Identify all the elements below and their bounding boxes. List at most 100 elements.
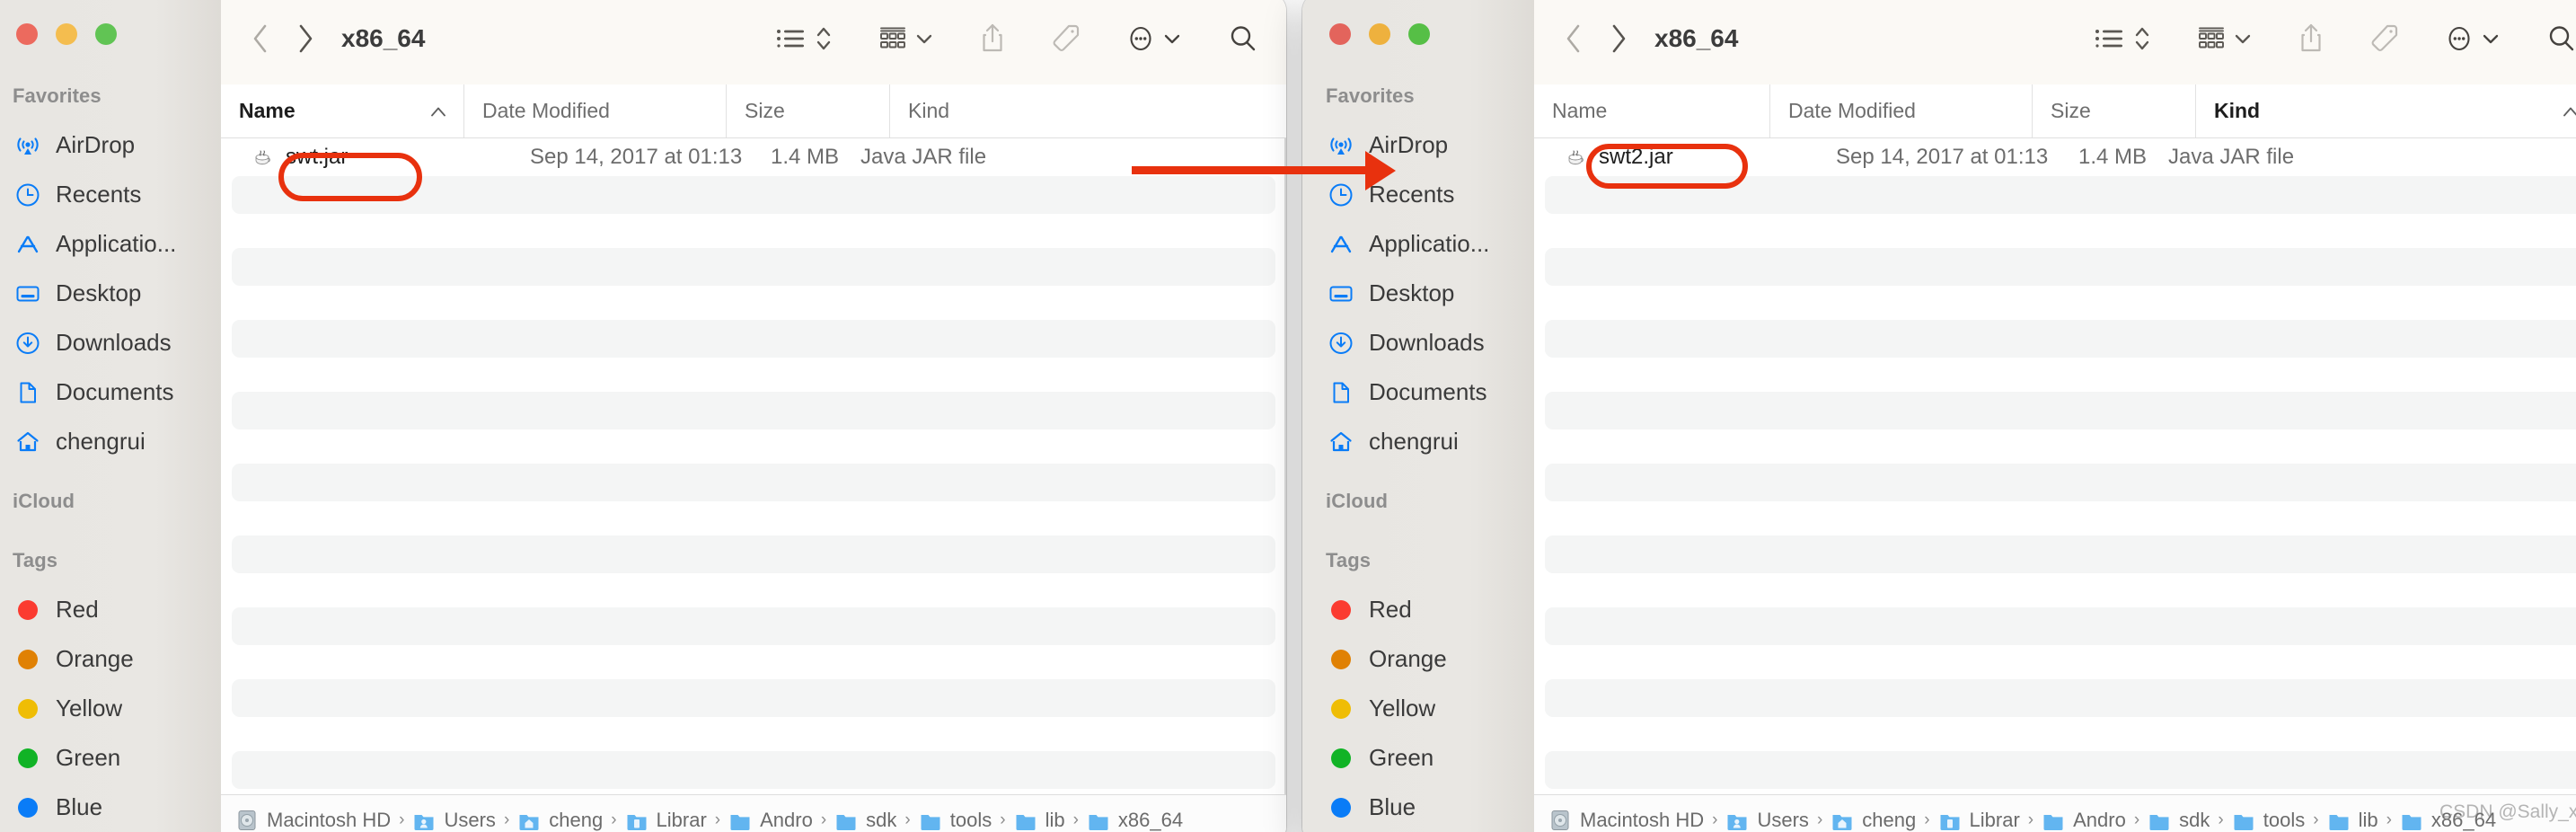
file-name-cell[interactable]: swt2.jar [1565,145,1673,170]
sidebar-group-tags: Tags [13,549,58,571]
column-headers-right[interactable]: Name Date Modified Size Kind [1534,84,2576,138]
search-icon [2545,22,2576,55]
nav-arrows[interactable] [1554,19,1638,58]
chevron-left-icon[interactable] [1554,19,1593,58]
breadcrumb-lib[interactable]: lib [1014,809,1065,832]
sidebar-item-airdrop[interactable]: AirDrop [1302,120,1534,170]
minimize-button[interactable] [56,23,77,45]
finder-window-right[interactable]: Favorites AirDrop Recents Applicatio... … [1302,0,2576,832]
breadcrumb-android[interactable]: Andro [728,809,813,832]
search-button[interactable] [2535,0,2576,84]
column-header-name[interactable]: Name [221,84,463,137]
sidebar-right[interactable]: Favorites AirDrop Recents Applicatio... … [1302,0,1534,832]
file-list-right[interactable]: swt2.jar Sep 14, 2017 at 01:13 1.4 MB Ja… [1534,138,2576,794]
table-row[interactable]: swt.jar Sep 14, 2017 at 01:13 1.4 MB Jav… [221,138,1286,176]
column-headers-left[interactable]: Name Date Modified Size Kind [221,84,1286,138]
sidebar-tag-blue[interactable]: Blue [1302,783,1534,832]
breadcrumb-macintosh-hd[interactable]: Macintosh HD [235,809,391,832]
traffic-lights-right[interactable] [1329,23,1430,45]
breadcrumb-tools[interactable]: tools [2232,809,2305,832]
sidebar-item-label: Orange [56,645,134,672]
breadcrumb-users[interactable]: Users [1725,809,1809,832]
breadcrumb-users[interactable]: Users [412,809,496,832]
sidebar-item-chengrui[interactable]: chengrui [0,417,221,466]
sidebar-item-recents[interactable]: Recents [1302,170,1534,219]
breadcrumb-lib[interactable]: lib [2327,809,2378,832]
breadcrumb-library[interactable]: Librar [625,809,707,832]
column-header-kind[interactable]: Kind [2195,84,2576,137]
finder-window-left[interactable]: Favorites AirDrop Recents Applicatio... … [0,0,1286,832]
sidebar-tag-red[interactable]: Red [1302,585,1534,634]
sidebar-left[interactable]: Favorites AirDrop Recents Applicatio... … [0,0,221,832]
tag-button[interactable] [2359,0,2411,84]
breadcrumb-cheng[interactable]: cheng [1831,809,1916,832]
breadcrumb-sdk[interactable]: sdk [2148,809,2210,832]
breadcrumb-sdk[interactable]: sdk [834,809,896,832]
path-bar-left[interactable]: Macintosh HD › Users › cheng › Librar › … [221,794,1286,832]
zoom-button[interactable] [1408,23,1430,45]
folder-icon [919,809,942,832]
column-header-date-modified[interactable]: Date Modified [1769,84,2032,137]
traffic-lights-left[interactable] [16,23,117,45]
sidebar-tag-blue[interactable]: Blue [0,783,221,832]
column-header-name[interactable]: Name [1534,84,1769,137]
breadcrumb-macintosh-hd[interactable]: Macintosh HD [1548,809,1704,832]
sidebar-tag-orange[interactable]: Orange [1302,634,1534,684]
sidebar-item-desktop[interactable]: Desktop [1302,269,1534,318]
sidebar-tag-yellow[interactable]: Yellow [1302,684,1534,733]
breadcrumb-tools[interactable]: tools [919,809,992,832]
sidebar-item-recents[interactable]: Recents [0,170,221,219]
breadcrumb-x86-64[interactable]: x86_64 [1087,809,1183,832]
more-button[interactable] [1116,0,1193,84]
file-list-left[interactable]: swt.jar Sep 14, 2017 at 01:13 1.4 MB Jav… [221,138,1286,794]
path-bar-right[interactable]: Macintosh HD › Users › cheng › Librar › … [1534,794,2576,832]
chevron-left-icon[interactable] [241,19,280,58]
sidebar-item-desktop[interactable]: Desktop [0,269,221,318]
scrollbar-track[interactable] [1284,138,1286,794]
tag-button[interactable] [1040,0,1092,84]
column-header-size[interactable]: Size [726,84,889,137]
chevron-right-icon[interactable] [286,19,325,58]
sidebar-tag-green[interactable]: Green [0,733,221,783]
sidebar-item-label: chengrui [56,428,146,455]
search-button[interactable] [1216,0,1270,84]
breadcrumb-cheng[interactable]: cheng [517,809,603,832]
sidebar-item-airdrop[interactable]: AirDrop [0,120,221,170]
sidebar-group-favorites: Favorites [13,84,101,107]
share-button[interactable] [2287,0,2335,84]
zoom-button[interactable] [95,23,117,45]
file-name-cell[interactable]: swt.jar [251,145,348,170]
sidebar-item-documents[interactable]: Documents [0,367,221,417]
minimize-button[interactable] [1369,23,1390,45]
nav-arrows[interactable] [241,19,325,58]
close-button[interactable] [16,23,38,45]
share-button[interactable] [968,0,1017,84]
sidebar-tag-yellow[interactable]: Yellow [0,684,221,733]
close-button[interactable] [1329,23,1351,45]
sidebar-item-applications[interactable]: Applicatio... [1302,219,1534,269]
column-header-kind[interactable]: Kind [889,84,1286,137]
more-button[interactable] [2434,0,2511,84]
group-view-button[interactable] [2186,0,2263,84]
column-header-size[interactable]: Size [2032,84,2195,137]
list-view-button[interactable] [765,0,844,84]
sidebar-tag-green[interactable]: Green [1302,733,1534,783]
sidebar-item-chengrui[interactable]: chengrui [1302,417,1534,466]
sidebar-tag-orange[interactable]: Orange [0,634,221,684]
sidebar-tag-red[interactable]: Red [0,585,221,634]
tag-dot-icon [13,698,43,719]
sidebar-item-documents[interactable]: Documents [1302,367,1534,417]
list-view-button[interactable] [2084,0,2163,84]
table-row[interactable]: swt2.jar Sep 14, 2017 at 01:13 1.4 MB Ja… [1534,138,2576,176]
breadcrumb-library[interactable]: Librar [1938,809,2020,832]
chevron-down-icon [1162,31,1182,46]
toolbar-buttons[interactable] [765,0,1286,84]
sidebar-item-applications[interactable]: Applicatio... [0,219,221,269]
toolbar-buttons[interactable] [2084,0,2576,84]
breadcrumb-android[interactable]: Andro [2042,809,2126,832]
chevron-right-icon[interactable] [1599,19,1638,58]
group-view-button[interactable] [868,0,945,84]
sidebar-item-downloads[interactable]: Downloads [0,318,221,367]
sidebar-item-downloads[interactable]: Downloads [1302,318,1534,367]
column-header-date-modified[interactable]: Date Modified [463,84,726,137]
